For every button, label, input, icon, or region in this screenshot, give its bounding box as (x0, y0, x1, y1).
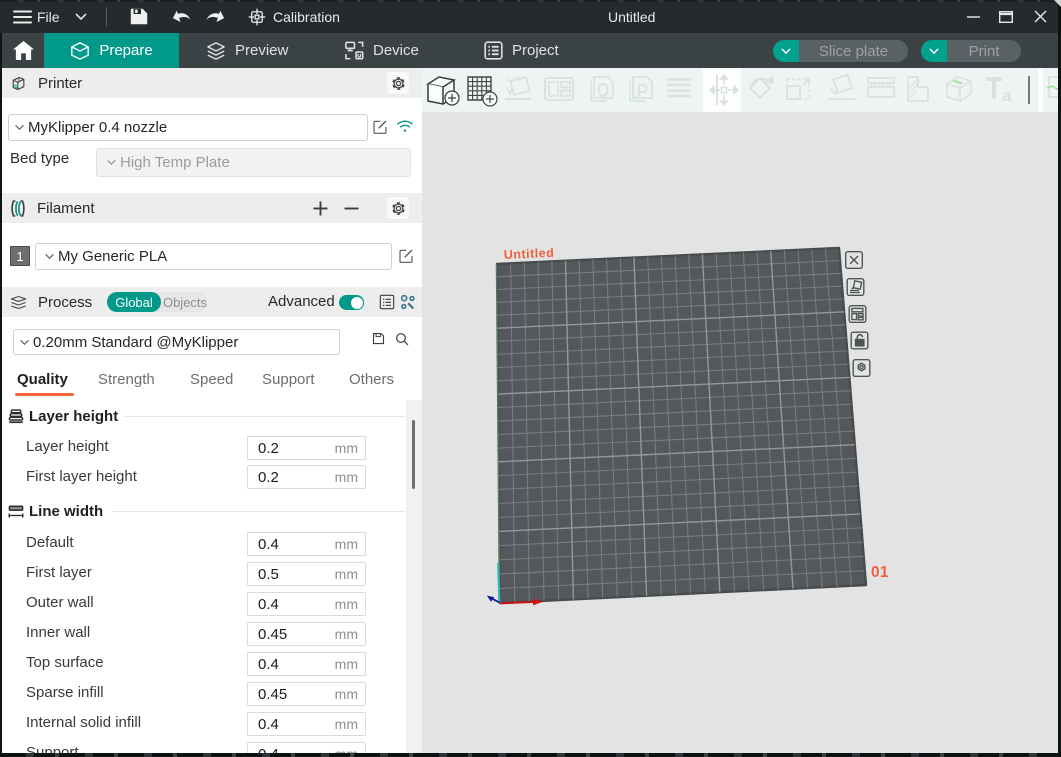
svg-text:01: 01 (871, 564, 889, 581)
svg-text:a: a (1002, 86, 1012, 105)
svg-text:Untitled: Untitled (504, 246, 555, 262)
